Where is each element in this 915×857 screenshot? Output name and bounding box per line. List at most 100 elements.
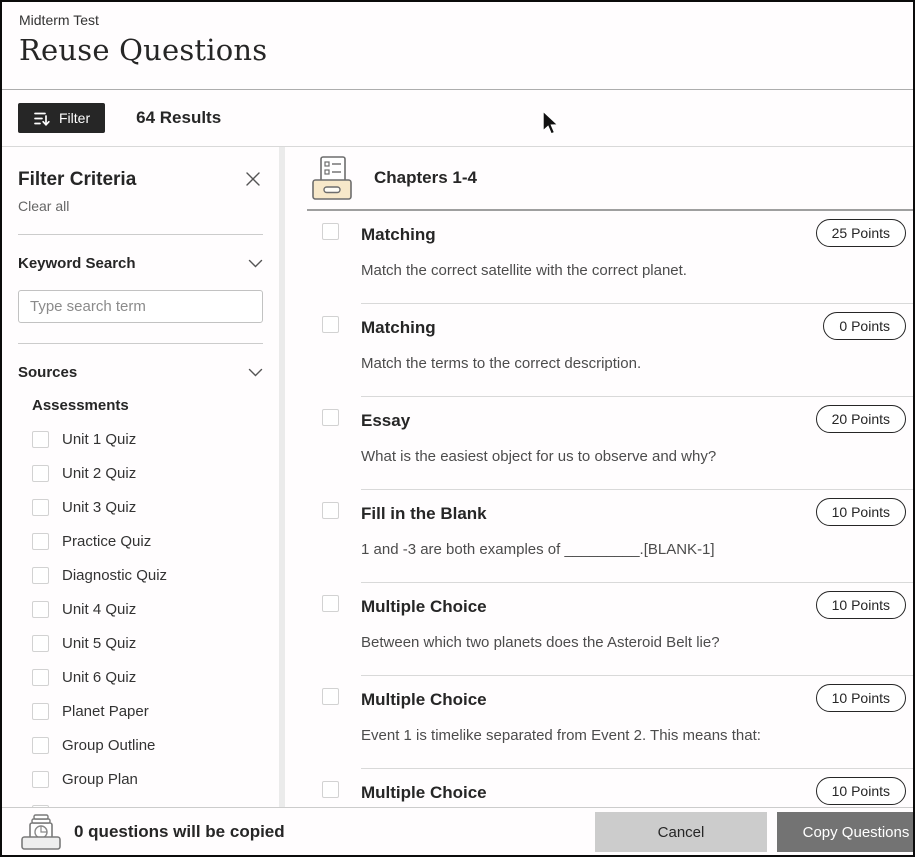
- breadcrumb: Midterm Test: [19, 12, 897, 28]
- question-type: Multiple Choice: [361, 783, 793, 803]
- dialog-header: Midterm Test Reuse Questions: [2, 2, 913, 90]
- sidebar-item-unit-1-quiz[interactable]: Unit 1 Quiz: [32, 431, 263, 448]
- sidebar-item-practice-quiz[interactable]: Practice Quiz: [32, 533, 263, 550]
- filter-button[interactable]: Filter: [18, 103, 105, 133]
- source-checkbox[interactable]: [32, 431, 49, 448]
- sources-group-assessments: Assessments: [32, 397, 263, 414]
- source-label: Group Outline: [62, 737, 155, 754]
- question-type: Multiple Choice: [361, 690, 793, 710]
- question-row: Matching Match the correct satellite wit…: [285, 211, 913, 303]
- source-checkbox[interactable]: [32, 669, 49, 686]
- points-badge: 10 Points: [816, 684, 906, 712]
- question-checkbox[interactable]: [322, 595, 339, 612]
- chevron-down-icon[interactable]: [248, 259, 263, 268]
- sidebar-item-unit-6-quiz[interactable]: Unit 6 Quiz: [32, 669, 263, 686]
- source-label: Unit 1 Quiz: [62, 431, 136, 448]
- question-row: Matching Match the terms to the correct …: [285, 304, 913, 396]
- close-filter-button[interactable]: [243, 169, 263, 189]
- question-text: Between which two planets does the Aster…: [361, 634, 793, 651]
- sources-section-header[interactable]: Sources: [18, 364, 263, 381]
- question-text: Match the correct satellite with the cor…: [361, 262, 793, 279]
- question-type: Matching: [361, 318, 793, 338]
- points-badge: 10 Points: [816, 777, 906, 805]
- source-checkbox[interactable]: [32, 499, 49, 516]
- question-text: What is the easiest object for us to obs…: [361, 448, 793, 465]
- source-label: Unit 6 Quiz: [62, 669, 136, 686]
- sidebar-title: Filter Criteria: [18, 169, 136, 191]
- sidebar-item-diagnostic-quiz[interactable]: Diagnostic Quiz: [32, 567, 263, 584]
- copy-summary-text: 0 questions will be copied: [74, 822, 285, 842]
- sidebar-item-unit-4-quiz[interactable]: Unit 4 Quiz: [32, 601, 263, 618]
- question-list-panel: Chapters 1-4 Matching Match the correct …: [285, 147, 913, 807]
- sources-label: Sources: [18, 364, 77, 381]
- question-checkbox[interactable]: [322, 409, 339, 426]
- points-badge: 10 Points: [816, 591, 906, 619]
- page-title: Reuse Questions: [19, 33, 897, 67]
- question-type: Multiple Choice: [361, 597, 793, 617]
- sidebar-item-group-outline[interactable]: Group Outline: [32, 737, 263, 754]
- question-checkbox[interactable]: [322, 781, 339, 798]
- sidebar-item-unit-2-quiz[interactable]: Unit 2 Quiz: [32, 465, 263, 482]
- filter-icon: [33, 110, 50, 127]
- reuse-questions-dialog: Midterm Test Reuse Questions Filter 64 R…: [0, 0, 915, 857]
- source-checkbox[interactable]: [32, 635, 49, 652]
- copy-questions-button[interactable]: Copy Questions: [777, 812, 915, 852]
- question-type: Matching: [361, 225, 793, 245]
- clear-all-link[interactable]: Clear all: [18, 198, 263, 214]
- points-badge: 10 Points: [816, 498, 906, 526]
- sidebar-header: Filter Criteria: [18, 169, 263, 191]
- question-checkbox[interactable]: [322, 223, 339, 240]
- sidebar-divider-2: [18, 343, 263, 344]
- source-label: Unit 3 Quiz: [62, 499, 136, 516]
- question-group-header: Chapters 1-4: [285, 147, 913, 209]
- filter-bar: Filter 64 Results: [2, 90, 913, 147]
- question-row: Fill in the Blank 1 and -3 are both exam…: [285, 490, 913, 582]
- question-type: Essay: [361, 411, 793, 431]
- source-checkbox[interactable]: [32, 771, 49, 788]
- question-row: Multiple Choice Event 1 is timelike sepa…: [285, 676, 913, 768]
- points-badge: 25 Points: [816, 219, 906, 247]
- question-text: Match the terms to the correct descripti…: [361, 355, 793, 372]
- points-badge: 20 Points: [816, 405, 906, 433]
- copy-summary-icon: [19, 813, 61, 851]
- results-count: 64 Results: [136, 108, 221, 128]
- sidebar-divider-1: [18, 234, 263, 235]
- sidebar-item-unit-5-quiz[interactable]: Unit 5 Quiz: [32, 635, 263, 652]
- points-badge: 0 Points: [823, 312, 906, 340]
- filter-button-label: Filter: [59, 110, 90, 126]
- question-checkbox[interactable]: [322, 316, 339, 333]
- assessment-drawer-icon: [310, 154, 354, 202]
- source-checkbox[interactable]: [32, 737, 49, 754]
- sidebar-item-planet-paper[interactable]: Planet Paper: [32, 703, 263, 720]
- sidebar-item-unit-3-quiz[interactable]: Unit 3 Quiz: [32, 499, 263, 516]
- source-label: Unit 2 Quiz: [62, 465, 136, 482]
- source-label: Diagnostic Quiz: [62, 567, 167, 584]
- question-row: Essay What is the easiest object for us …: [285, 397, 913, 489]
- keyword-search-label: Keyword Search: [18, 255, 136, 272]
- source-label: Group Plan: [62, 771, 138, 788]
- close-icon: [245, 175, 261, 190]
- search-input[interactable]: [18, 290, 263, 323]
- sidebar-item-group-plan[interactable]: Group Plan: [32, 771, 263, 788]
- question-checkbox[interactable]: [322, 502, 339, 519]
- question-group-title: Chapters 1-4: [374, 168, 477, 188]
- question-text: Event 1 is timelike separated from Event…: [361, 727, 793, 744]
- keyword-search-section-header[interactable]: Keyword Search: [18, 255, 263, 272]
- cancel-button[interactable]: Cancel: [595, 812, 767, 852]
- source-checkbox[interactable]: [32, 533, 49, 550]
- source-label: Unit 4 Quiz: [62, 601, 136, 618]
- source-label: Practice Quiz: [62, 533, 151, 550]
- source-label: Unit 5 Quiz: [62, 635, 136, 652]
- source-checkbox[interactable]: [32, 465, 49, 482]
- question-row: Multiple Choice Between which two planet…: [285, 583, 913, 675]
- chevron-down-icon[interactable]: [248, 368, 263, 377]
- question-type: Fill in the Blank: [361, 504, 793, 524]
- source-checkbox[interactable]: [32, 601, 49, 618]
- filter-sidebar: Filter Criteria Clear all Keyword Search…: [2, 147, 279, 807]
- question-checkbox[interactable]: [322, 688, 339, 705]
- dialog-body: Filter Criteria Clear all Keyword Search…: [2, 147, 913, 807]
- source-checkbox[interactable]: [32, 703, 49, 720]
- question-row-partial: Multiple Choice 10 Points: [285, 769, 913, 807]
- question-text: 1 and -3 are both examples of _________.…: [361, 541, 793, 558]
- source-checkbox[interactable]: [32, 567, 49, 584]
